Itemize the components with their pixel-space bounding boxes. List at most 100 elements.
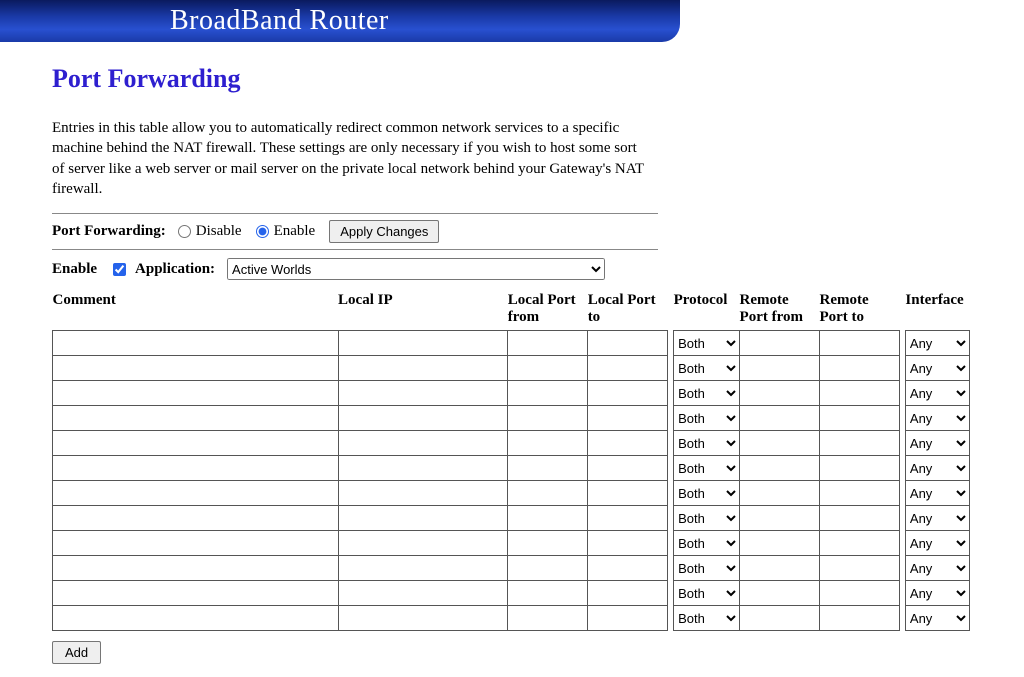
remote-port-to-input[interactable] — [820, 532, 899, 555]
remote-port-from-input[interactable] — [740, 457, 819, 480]
remote-port-from-input[interactable] — [740, 432, 819, 455]
remote-port-from-input[interactable] — [740, 557, 819, 580]
comment-input[interactable] — [53, 607, 338, 630]
local-ip-input[interactable] — [339, 607, 508, 630]
local-port-to-input[interactable] — [588, 532, 667, 555]
apply-changes-button[interactable]: Apply Changes — [329, 220, 439, 243]
local-port-to-input[interactable] — [588, 332, 667, 355]
remote-port-from-input[interactable] — [740, 357, 819, 380]
comment-input[interactable] — [53, 407, 338, 430]
local-ip-input[interactable] — [339, 432, 508, 455]
comment-input[interactable] — [53, 582, 338, 605]
interface-select[interactable]: Any — [906, 507, 969, 530]
application-select[interactable]: Active Worlds — [227, 258, 605, 280]
protocol-select[interactable]: Both — [674, 382, 739, 405]
interface-select[interactable]: Any — [906, 407, 969, 430]
protocol-select[interactable]: Both — [674, 532, 739, 555]
comment-input[interactable] — [53, 507, 338, 530]
local-port-to-input[interactable] — [588, 482, 667, 505]
interface-select[interactable]: Any — [906, 382, 969, 405]
local-ip-input[interactable] — [339, 407, 508, 430]
local-port-from-input[interactable] — [508, 507, 587, 530]
protocol-select[interactable]: Both — [674, 607, 739, 630]
comment-input[interactable] — [53, 457, 338, 480]
local-port-from-input[interactable] — [508, 357, 587, 380]
enable-checkbox[interactable] — [113, 263, 126, 276]
local-port-from-input[interactable] — [508, 332, 587, 355]
remote-port-from-input[interactable] — [740, 482, 819, 505]
protocol-select[interactable]: Both — [674, 507, 739, 530]
remote-port-to-input[interactable] — [820, 407, 899, 430]
protocol-select[interactable]: Both — [674, 457, 739, 480]
enable-radio[interactable] — [256, 225, 269, 238]
comment-input[interactable] — [53, 532, 338, 555]
remote-port-to-input[interactable] — [820, 482, 899, 505]
interface-select[interactable]: Any — [906, 582, 969, 605]
local-ip-input[interactable] — [339, 357, 508, 380]
protocol-select[interactable]: Both — [674, 407, 739, 430]
local-port-to-input[interactable] — [588, 557, 667, 580]
local-port-from-input[interactable] — [508, 432, 587, 455]
remote-port-from-input[interactable] — [740, 507, 819, 530]
local-port-from-input[interactable] — [508, 457, 587, 480]
local-port-from-input[interactable] — [508, 407, 587, 430]
local-port-to-input[interactable] — [588, 357, 667, 380]
comment-input[interactable] — [53, 482, 338, 505]
protocol-select[interactable]: Both — [674, 557, 739, 580]
remote-port-to-input[interactable] — [820, 507, 899, 530]
protocol-select[interactable]: Both — [674, 482, 739, 505]
local-port-from-input[interactable] — [508, 607, 587, 630]
local-ip-input[interactable] — [339, 507, 508, 530]
local-ip-input[interactable] — [339, 382, 508, 405]
interface-select[interactable]: Any — [906, 557, 969, 580]
disable-radio-label[interactable]: Disable — [178, 223, 242, 240]
local-port-from-input[interactable] — [508, 532, 587, 555]
add-button[interactable]: Add — [52, 641, 101, 664]
local-port-to-input[interactable] — [588, 407, 667, 430]
protocol-select[interactable]: Both — [674, 357, 739, 380]
remote-port-to-input[interactable] — [820, 382, 899, 405]
comment-input[interactable] — [53, 357, 338, 380]
local-ip-input[interactable] — [339, 332, 508, 355]
comment-input[interactable] — [53, 382, 338, 405]
local-port-to-input[interactable] — [588, 382, 667, 405]
interface-select[interactable]: Any — [906, 332, 969, 355]
local-port-to-input[interactable] — [588, 582, 667, 605]
local-ip-input[interactable] — [339, 482, 508, 505]
local-port-from-input[interactable] — [508, 582, 587, 605]
comment-input[interactable] — [53, 557, 338, 580]
remote-port-to-input[interactable] — [820, 457, 899, 480]
protocol-select[interactable]: Both — [674, 332, 739, 355]
remote-port-from-input[interactable] — [740, 407, 819, 430]
remote-port-from-input[interactable] — [740, 382, 819, 405]
interface-select[interactable]: Any — [906, 607, 969, 630]
protocol-select[interactable]: Both — [674, 432, 739, 455]
local-ip-input[interactable] — [339, 582, 508, 605]
remote-port-to-input[interactable] — [820, 607, 899, 630]
local-port-to-input[interactable] — [588, 607, 667, 630]
comment-input[interactable] — [53, 332, 338, 355]
local-port-from-input[interactable] — [508, 557, 587, 580]
enable-radio-label[interactable]: Enable — [256, 223, 316, 240]
remote-port-from-input[interactable] — [740, 532, 819, 555]
remote-port-to-input[interactable] — [820, 582, 899, 605]
local-port-to-input[interactable] — [588, 507, 667, 530]
local-ip-input[interactable] — [339, 557, 508, 580]
interface-select[interactable]: Any — [906, 482, 969, 505]
remote-port-from-input[interactable] — [740, 582, 819, 605]
local-port-from-input[interactable] — [508, 382, 587, 405]
remote-port-to-input[interactable] — [820, 357, 899, 380]
interface-select[interactable]: Any — [906, 457, 969, 480]
remote-port-to-input[interactable] — [820, 332, 899, 355]
local-port-from-input[interactable] — [508, 482, 587, 505]
disable-radio[interactable] — [178, 225, 191, 238]
remote-port-from-input[interactable] — [740, 607, 819, 630]
remote-port-to-input[interactable] — [820, 432, 899, 455]
comment-input[interactable] — [53, 432, 338, 455]
local-port-to-input[interactable] — [588, 432, 667, 455]
interface-select[interactable]: Any — [906, 432, 969, 455]
local-ip-input[interactable] — [339, 532, 508, 555]
protocol-select[interactable]: Both — [674, 582, 739, 605]
local-port-to-input[interactable] — [588, 457, 667, 480]
local-ip-input[interactable] — [339, 457, 508, 480]
